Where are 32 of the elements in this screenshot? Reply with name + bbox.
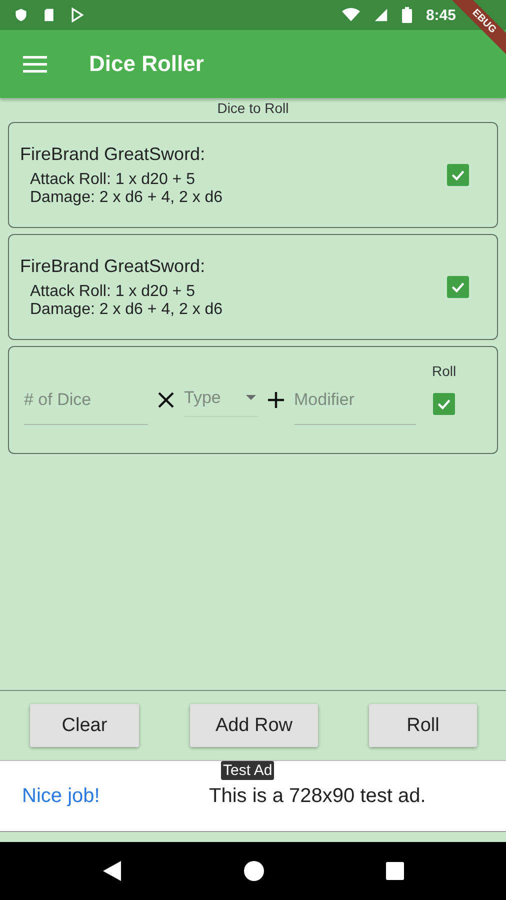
- clear-button[interactable]: Clear: [30, 704, 139, 747]
- dice-count-field[interactable]: # of Dice: [24, 376, 148, 424]
- roll-formula: Attack Roll: 1 x d20 + 5: [29, 282, 196, 300]
- roll-formula: Attack Roll: 1 x d20 + 5: [29, 170, 196, 188]
- modifier-field[interactable]: Modifier: [294, 376, 416, 424]
- signal-icon: [374, 7, 388, 23]
- roll-button[interactable]: Roll: [369, 704, 477, 747]
- home-icon[interactable]: [244, 861, 264, 881]
- dropdown-caret-icon: [246, 395, 256, 400]
- shield-icon: [14, 7, 28, 23]
- roll-formula: Damage: 2 x d6 + 4, 2 x d6: [29, 188, 224, 206]
- ad-label: Test Ad: [221, 761, 274, 780]
- menu-icon[interactable]: [23, 55, 47, 73]
- back-icon[interactable]: [103, 861, 121, 881]
- multiply-icon: [156, 390, 176, 410]
- roll-checkbox[interactable]: [433, 393, 456, 415]
- roll-checkbox[interactable]: [447, 276, 469, 298]
- plus-icon: [266, 390, 286, 410]
- wifi-icon: [342, 7, 360, 23]
- ad-link[interactable]: Nice job!: [22, 784, 209, 808]
- roll-label: Roll: [432, 363, 456, 379]
- status-time: 8:45: [426, 6, 456, 24]
- ad-text: This is a 728x90 test ad.: [209, 784, 426, 808]
- roll-formula: Damage: 2 x d6 + 4, 2 x d6: [29, 300, 224, 318]
- app-title: Dice Roller: [89, 51, 204, 77]
- weapon-name: FireBrand GreatSword:: [20, 144, 206, 164]
- section-title: Dice to Roll: [216, 99, 290, 118]
- battery-icon: [402, 7, 412, 23]
- weapon-name: FireBrand GreatSword:: [20, 256, 206, 276]
- roll-checkbox[interactable]: [447, 164, 469, 186]
- sd-card-icon: [42, 7, 56, 23]
- add-row-button[interactable]: Add Row: [190, 704, 318, 747]
